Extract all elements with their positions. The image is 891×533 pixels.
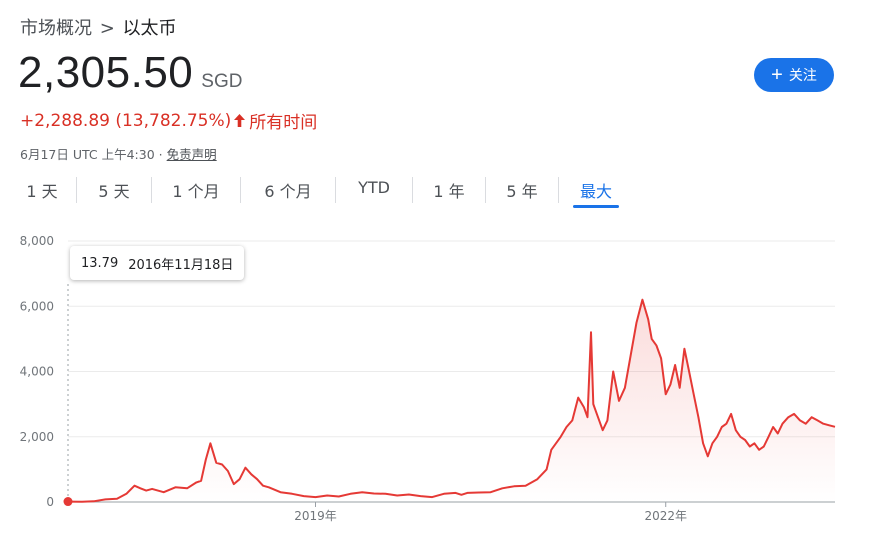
tab-divider bbox=[558, 177, 559, 203]
current-price: 2,305.50 bbox=[18, 48, 194, 97]
tab-6-month[interactable]: 6 个月 bbox=[241, 170, 335, 204]
x-tick-label: 2022年 bbox=[644, 509, 687, 523]
follow-button[interactable]: + 关注 bbox=[754, 58, 834, 92]
tab-5-year[interactable]: 5 年 bbox=[486, 170, 558, 204]
tab-ytd[interactable]: YTD bbox=[336, 170, 412, 204]
series-area bbox=[68, 299, 835, 502]
follow-label: 关注 bbox=[788, 68, 817, 84]
currency-code: SGD bbox=[201, 71, 243, 92]
y-tick-label: 2,000 bbox=[20, 430, 54, 444]
disclaimer-link[interactable]: 免责声明 bbox=[167, 147, 217, 162]
tab-5-day[interactable]: 5 天 bbox=[77, 170, 151, 204]
tab-max[interactable]: 最大 bbox=[573, 170, 619, 208]
y-tick-label: 4,000 bbox=[20, 365, 54, 379]
x-tick-label: 2019年 bbox=[294, 509, 337, 523]
plus-icon: + bbox=[771, 64, 783, 86]
breadcrumb: 市场概况 > 以太币 bbox=[20, 14, 177, 40]
arrow-up-icon bbox=[234, 114, 246, 127]
breadcrumb-market-overview[interactable]: 市场概况 bbox=[20, 18, 92, 39]
price-change: +2,288.89 (13,782.75%) 所有时间 bbox=[20, 108, 318, 134]
breadcrumb-current: 以太币 bbox=[122, 18, 177, 39]
y-tick-label: 8,000 bbox=[20, 234, 54, 248]
y-tick-label: 0 bbox=[46, 495, 54, 509]
tab-1-year[interactable]: 1 年 bbox=[413, 170, 485, 204]
breadcrumb-separator: > bbox=[99, 18, 115, 39]
price-change-period: 所有时间 bbox=[249, 113, 318, 133]
meta-row: 6月17日 UTC 上午4:30 · 免责声明 bbox=[20, 144, 217, 163]
tab-1-month[interactable]: 1 个月 bbox=[152, 170, 240, 204]
chart-tooltip: 13.79 2016年11月18日 bbox=[70, 246, 245, 280]
tooltip-value: 13.79 bbox=[81, 255, 119, 271]
data-marker-point bbox=[63, 497, 73, 507]
meta-separator-dot: · bbox=[158, 147, 163, 162]
price-change-value: +2,288.89 (13,782.75%) bbox=[20, 110, 232, 131]
tab-1-day[interactable]: 1 天 bbox=[8, 170, 76, 204]
y-tick-label: 6,000 bbox=[20, 299, 54, 313]
timestamp: 6月17日 UTC 上午4:30 bbox=[20, 147, 155, 162]
range-tabs: 1 天 5 天 1 个月 6 个月 YTD 1 年 5 年 最大 bbox=[8, 170, 619, 214]
price-row: 2,305.50 SGD bbox=[18, 48, 242, 98]
tooltip-date: 2016年11月18日 bbox=[128, 257, 234, 273]
